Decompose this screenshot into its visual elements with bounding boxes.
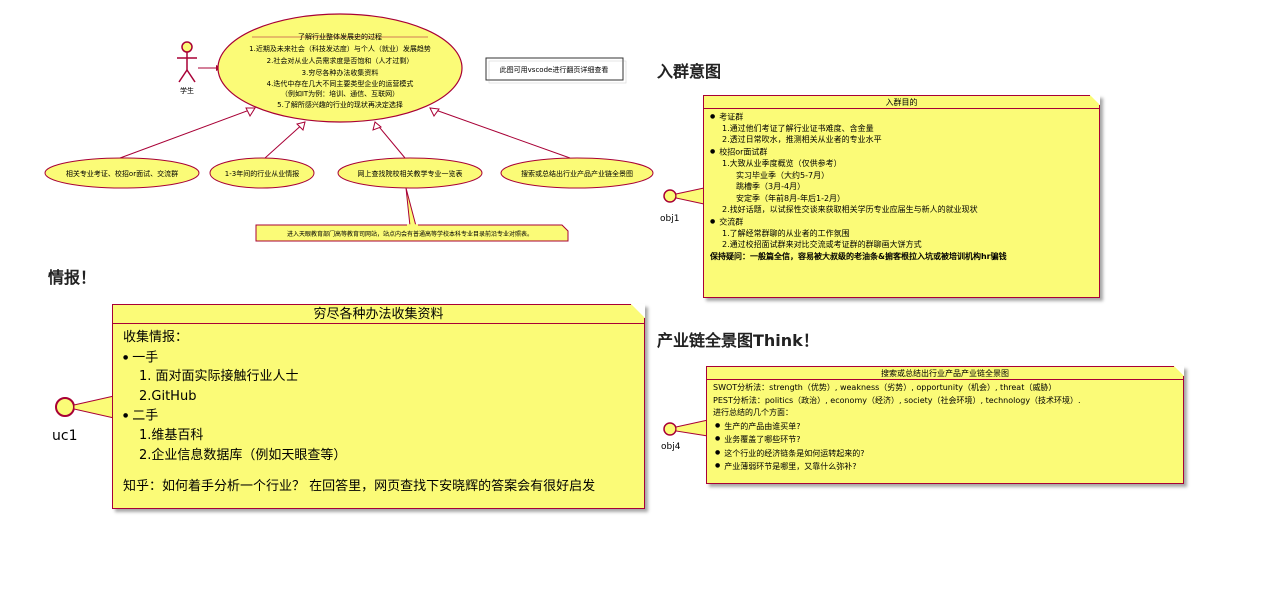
obj4-connector [663, 419, 709, 437]
obj1-item: 实习毕业季（大约5-7月） [736, 170, 830, 180]
uc1-item: 1. 面对面实际接触行业人士 [139, 369, 299, 385]
heading-intel: 情报！ [48, 268, 97, 287]
obj1-title: 入群目的 [704, 98, 1099, 109]
uc1-item: 1.维基百科 [139, 428, 204, 443]
subcase-cert-label: 相关专业考证、校招or面试、交流群 [66, 169, 178, 178]
obj1-item: 2.透过日常吹水，推测相关从业者的专业水平 [722, 135, 882, 145]
obj4-swot: SWOT分析法：strength（优势）, weakness（劣势）, oppo… [713, 383, 1057, 392]
obj1-item: 1.通过他们考证了解行业证书难度、含金量 [722, 123, 874, 133]
subcase-chain-label: 搜索或总结出行业产品产业链全景图 [521, 169, 633, 178]
usecase-diagram: 学生 了解行业整体发展史的过程 1.近期及未来社会（科技发达度）与个人（就业）发… [44, 13, 654, 242]
center-line-2: 2.社会对从业人员需求度是否饱和（人才过剩） [267, 56, 414, 65]
uc1-second-hand: 二手 [123, 406, 634, 426]
student-actor [177, 41, 197, 83]
heading-industry: 产业链全景图Think！ [657, 331, 819, 350]
center-line-4: 4.迭代中存在几大不同主要类型企业的运营模式 [267, 79, 414, 88]
uc1-label: uc1 [52, 428, 78, 444]
uc1-title: 穷尽各种办法收集资料 [113, 307, 644, 324]
bottom-note-pointer [405, 187, 417, 227]
uc1-intro: 收集情报： [123, 330, 189, 345]
uc1-footer: 知乎：如何着手分析一个行业？ 在回答里，网页查找下安晓辉的答案会有很好启发 [123, 479, 596, 494]
obj4-pest: PEST分析法：politics（政治）, economy（经济）, socie… [713, 395, 1081, 405]
obj4-aspect: 产业薄弱环节是哪里，又靠什么弥补? [713, 460, 1177, 473]
obj1-section-2: 交流群 [710, 216, 1093, 228]
obj1-item: 1.了解经常群聊的从业者的工作氛围 [722, 228, 850, 238]
obj1-item: 跳槽季（3月-4月） [736, 182, 806, 192]
center-line-6: 5.了解所感兴趣的行业的现状再决定选择 [277, 100, 403, 109]
obj4-label: obj4 [661, 442, 681, 452]
actor-label: 学生 [180, 86, 194, 95]
uc1-item: 2.GitHub [139, 388, 197, 404]
obj1-section-0: 考证群 [710, 111, 1093, 123]
uc1-first-hand: 一手 [123, 348, 634, 368]
obj1-footer: 保持疑问：一般篇全信，容易被大叔级的老油条&掮客根拉入坑或被培训机构hr骗钱 [710, 252, 1007, 262]
center-line-0: 了解行业整体发展史的过程 [298, 32, 382, 41]
uc1-note: 穷尽各种办法收集资料 收集情报： 一手 1. 面对面实际接触行业人士 2.Git… [112, 304, 645, 509]
obj1-item: 安定季（年前8月-年后1-2月） [736, 193, 846, 203]
obj4-aspect: 业务覆盖了哪些环节? [713, 433, 1177, 446]
uc1-item: 2.企业信息数据库（例如天眼查等） [139, 447, 347, 463]
subcase-intel-label: 1-3年间的行业从业情报 [225, 169, 299, 178]
bottom-note-text: 进入天眼教育部门高等教育司网站，站点内会有普通高等学校本科专业目录前沿专业对照表… [287, 230, 533, 238]
obj4-aspect: 这个行业的经济链条是如何运转起来的? [713, 447, 1177, 460]
obj4-title: 搜索或总结出行业产品产业链全景图 [707, 369, 1183, 380]
center-line-1: 1.近期及未来社会（科技发达度）与个人（就业）发展趋势 [249, 44, 431, 53]
vscode-note-text: 此图可用vscode进行翻页详细查看 [500, 65, 609, 74]
center-line-3: 3.穷尽各种办法收集资料 [302, 68, 379, 77]
obj4-note: 搜索或总结出行业产品产业链全景图 SWOT分析法：strength（优势）, w… [706, 366, 1184, 484]
heading-group: 入群意图 [657, 62, 722, 81]
obj1-item: 1.大致从业季度概览（仅供参考） [722, 158, 842, 168]
center-line-5: （例如IT为例：培训、通信、互联网） [281, 89, 399, 98]
obj1-item: 2.通过校招面试群来对比交流或考证群的群聊画大饼方式 [722, 240, 922, 250]
obj4-aspects-title: 进行总结的几个方面： [713, 408, 793, 418]
obj1-label: obj1 [660, 214, 680, 224]
obj1-note: 入群目的 考证群 1.通过他们考证了解行业证书难度、含金量 2.透过日常吹水，推… [703, 95, 1100, 298]
obj4-aspect: 生产的产品由谁买单? [713, 420, 1177, 433]
uc1-connector [55, 395, 115, 419]
obj1-item: 2.找好话题，以试探性交谈来获取相关学历专业应届生与新人的就业现状 [722, 205, 978, 215]
subcase-majors-label: 网上查找院校相关教学专业一览表 [358, 169, 463, 178]
obj1-section-1: 校招or面试群 [710, 146, 1093, 158]
